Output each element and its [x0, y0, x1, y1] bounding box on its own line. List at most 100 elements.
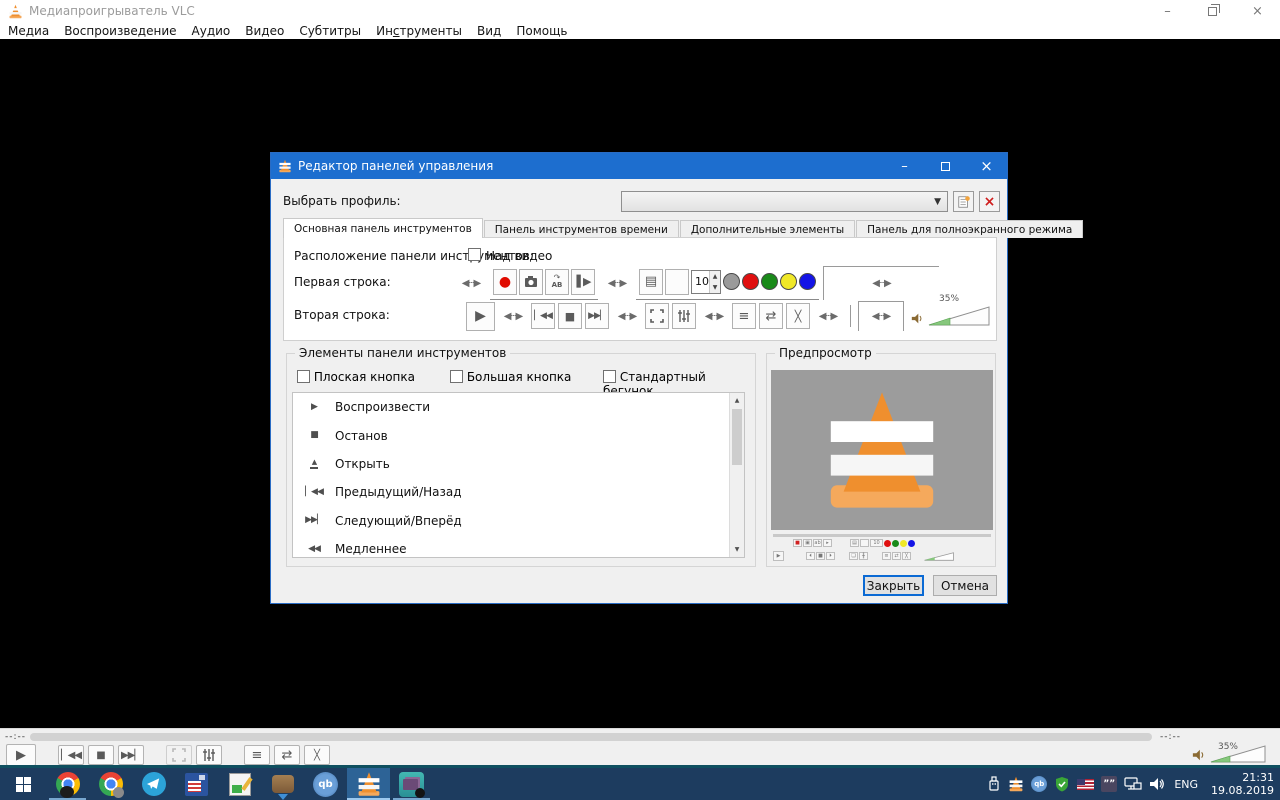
tab-advanced-widget[interactable]: Дополнительные элементы	[680, 220, 855, 238]
above-video-checkbox[interactable]	[468, 248, 481, 261]
slider-widget-box[interactable]: ◀┄▶	[823, 266, 939, 300]
dialog-close-button[interactable]: ×	[966, 153, 1007, 179]
equalizer-widget-button[interactable]	[672, 303, 696, 329]
menu-help[interactable]: Помощь	[516, 24, 567, 38]
volume-widget-slider[interactable]	[928, 306, 990, 326]
volume-icon[interactable]	[1192, 747, 1206, 763]
taskbar-vlc[interactable]	[347, 768, 390, 800]
shuffle-button[interactable]: ╳	[304, 745, 330, 765]
record-button[interactable]: ●	[493, 269, 517, 295]
list-item-next[interactable]: ▶▶▏ Следующий/Вперёд	[293, 507, 744, 535]
main-minimize-button[interactable]: –	[1145, 0, 1190, 22]
network-icon[interactable]	[1124, 776, 1142, 792]
big-button-checkbox[interactable]	[450, 370, 463, 383]
list-scrollbar[interactable]: ▲ ▼	[729, 393, 744, 557]
playlist-button[interactable]: ≡	[244, 745, 270, 765]
delete-profile-button[interactable]: ×	[979, 191, 1000, 212]
previous-widget-button[interactable]: ▏◀◀	[531, 303, 555, 329]
list-item-previous[interactable]: ▏◀◀ Предыдущий/Назад	[293, 478, 744, 506]
menu-view[interactable]: Вид	[477, 24, 501, 38]
spacer-widget[interactable]: ◀┄▶	[602, 278, 632, 289]
extended-settings-button[interactable]	[196, 745, 222, 765]
next-button[interactable]: ▶▶▏	[118, 745, 144, 765]
usb-icon[interactable]	[987, 776, 1001, 792]
taskbar-chrome[interactable]	[89, 768, 132, 800]
yellow-dot-widget[interactable]	[780, 273, 797, 290]
menu-playback[interactable]: Воспроизведение	[64, 24, 176, 38]
scroll-thumb[interactable]	[732, 409, 742, 465]
menu-tools[interactable]: Инструменты	[376, 24, 462, 38]
spacer-widget[interactable]: ◀┄▶	[813, 311, 843, 322]
spacer-widget[interactable]: ◀┄▶	[612, 311, 642, 322]
tab-time-toolbar[interactable]: Панель инструментов времени	[484, 220, 679, 238]
ab-loop-button[interactable]: ↷AB	[545, 269, 569, 295]
next-widget-button[interactable]: ▶▶▏	[585, 303, 609, 329]
stop-widget-button[interactable]: ■	[558, 303, 582, 329]
new-profile-button[interactable]	[953, 191, 974, 212]
qbittorrent-tray-icon[interactable]: qb	[1031, 776, 1047, 792]
antivirus-shield-icon[interactable]	[1054, 776, 1070, 792]
green-dot-widget[interactable]	[761, 273, 778, 290]
stop-button[interactable]: ■	[88, 745, 114, 765]
menu-video[interactable]: Видео	[245, 24, 284, 38]
list-item-play[interactable]: ▶ Воспроизвести	[293, 393, 744, 421]
clock[interactable]: 21:31 19.08.2019	[1211, 771, 1274, 797]
taskbar-qbittorrent[interactable]: qb	[304, 768, 347, 800]
seek-slider[interactable]	[30, 733, 1152, 741]
gray-dot-widget[interactable]	[723, 273, 740, 290]
fullscreen-widget-button[interactable]	[645, 303, 669, 329]
native-slider-checkbox[interactable]	[603, 370, 616, 383]
list-item-stop[interactable]: ■ Останов	[293, 421, 744, 449]
tab-fullscreen-controller[interactable]: Панель для полноэкранного режима	[856, 220, 1083, 238]
flat-button-checkbox[interactable]	[297, 370, 310, 383]
cancel-button[interactable]: Отмена	[933, 575, 997, 596]
start-button[interactable]	[0, 768, 46, 800]
snapshot-button[interactable]	[519, 269, 543, 295]
spin-down-icon[interactable]: ▼	[710, 282, 720, 293]
spacer-widget[interactable]: ◀┄▶	[456, 278, 486, 289]
quotes-app-icon[interactable]: ””	[1101, 776, 1117, 792]
taskbar-folders-app[interactable]	[390, 768, 433, 800]
play-widget-button[interactable]: ▶	[466, 302, 495, 331]
red-dot-widget[interactable]	[742, 273, 759, 290]
menu-audio[interactable]: Аудио	[192, 24, 231, 38]
main-restore-button[interactable]	[1190, 0, 1235, 22]
shuffle-widget-button[interactable]: ╳	[786, 303, 810, 329]
flat-button-option[interactable]: Плоская кнопка	[297, 370, 415, 384]
taskbar-hand-app[interactable]	[261, 768, 304, 800]
scroll-up-icon[interactable]: ▲	[730, 393, 744, 408]
speed-spinbox[interactable]: 100 ▲▼	[691, 270, 721, 294]
taskbar-editor-app[interactable]	[218, 768, 261, 800]
taskbar-telegram[interactable]	[132, 768, 175, 800]
slider-widget-box2[interactable]: ◀┄▶	[858, 301, 904, 331]
fullscreen-button[interactable]	[166, 745, 192, 765]
loop-widget-button[interactable]: ⇄	[759, 303, 783, 329]
blue-dot-widget[interactable]	[799, 273, 816, 290]
dialog-maximize-button[interactable]	[925, 153, 966, 179]
profile-select[interactable]: ▼	[621, 191, 948, 212]
volume-tray-icon[interactable]	[1149, 776, 1165, 792]
menu-media[interactable]: Медиа	[8, 24, 49, 38]
previous-button[interactable]: ▏◀◀	[58, 745, 84, 765]
taskbar-chrome-incognito[interactable]	[46, 768, 89, 800]
taskbar-floppy-app[interactable]	[175, 768, 218, 800]
main-close-button[interactable]: ×	[1235, 0, 1280, 22]
playlist-widget-button2[interactable]: ≡	[732, 303, 756, 329]
tab-main-toolbar[interactable]: Основная панель инструментов	[283, 218, 483, 238]
playlist-widget-button[interactable]: ▤	[639, 269, 663, 295]
us-flag-icon[interactable]	[1077, 779, 1094, 790]
loop-button[interactable]: ⇄	[274, 745, 300, 765]
play-button[interactable]: ▶	[6, 744, 36, 766]
spacer-widget[interactable]: ◀┄▶	[699, 311, 729, 322]
big-button-option[interactable]: Большая кнопка	[450, 370, 571, 384]
frame-by-frame-button[interactable]: ▌▶	[571, 269, 595, 295]
scroll-down-icon[interactable]: ▼	[730, 542, 744, 557]
vlc-tray-icon[interactable]	[1008, 776, 1024, 792]
dialog-minimize-button[interactable]: –	[884, 153, 925, 179]
close-dialog-button[interactable]: Закрыть	[863, 575, 924, 596]
spacer-widget[interactable]: ◀┄▶	[498, 311, 528, 322]
menu-subtitles[interactable]: Субтитры	[299, 24, 361, 38]
blank-widget-button[interactable]	[665, 269, 689, 295]
list-item-slower[interactable]: ◀◀ Медленнее	[293, 535, 744, 558]
spin-up-icon[interactable]: ▲	[710, 271, 720, 282]
